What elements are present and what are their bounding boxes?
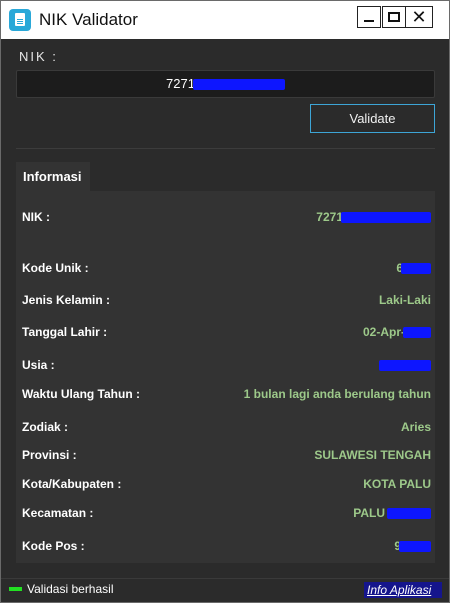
close-button[interactable]: ✕: [405, 6, 433, 28]
info-label-kode-unik: Kode Unik :: [22, 261, 89, 275]
redaction-mark: [192, 79, 285, 91]
redaction-mark: [379, 360, 431, 372]
info-label-usia: Usia :: [22, 358, 55, 372]
validate-button[interactable]: Validate: [310, 104, 435, 133]
info-value-provinsi: SULAWESI TENGAH: [314, 448, 431, 462]
info-value-jenis-kelamin: Laki-Laki: [378, 293, 431, 307]
info-panel: NIK : 7271 Kode Unik : 6 Jenis Kelamin :…: [16, 191, 435, 563]
title-bar[interactable]: NIK Validator ✕: [1, 1, 449, 39]
info-label-kode-pos: Kode Pos :: [22, 539, 85, 553]
info-label-kecamatan: Kecamatan :: [22, 506, 94, 520]
redaction-mark: [403, 327, 431, 339]
status-text: Validasi berhasil: [27, 582, 114, 596]
divider: [16, 148, 435, 149]
status-bar: Validasi berhasil Info Aplikasi: [1, 578, 449, 602]
info-label-waktu-ulang-tahun: Waktu Ulang Tahun :: [22, 387, 140, 401]
redaction-mark: [341, 212, 431, 224]
minimize-icon: [364, 20, 374, 22]
minimize-button[interactable]: [357, 6, 381, 28]
info-value-waktu-ulang-tahun: 1 bulan lagi anda berulang tahun: [243, 387, 431, 401]
info-value-nik: 7271: [316, 210, 431, 224]
nik-input-value: 7271: [166, 76, 195, 91]
info-label-zodiak: Zodiak :: [22, 420, 69, 434]
info-value-kota-kabupaten: KOTA PALU: [363, 477, 431, 491]
maximize-button[interactable]: [382, 6, 406, 28]
info-label-nik: NIK :: [22, 210, 50, 224]
document-icon: [9, 9, 31, 31]
info-value-tanggal-lahir: 02-Apr-: [363, 325, 431, 339]
info-value-usia: [379, 358, 431, 372]
maximize-icon: [388, 12, 400, 22]
status-indicator-icon: [9, 587, 22, 591]
info-label-tanggal-lahir: Tanggal Lahir :: [22, 325, 108, 339]
window-title: NIK Validator: [39, 10, 138, 29]
redaction-mark: [401, 263, 431, 275]
info-value-kode-unik: 6: [396, 261, 431, 275]
redaction-mark: [399, 541, 431, 553]
app-window: NIK Validator ✕ NIK : 7271 Validate Info…: [0, 0, 450, 603]
info-value-kecamatan: PALU: [353, 506, 431, 520]
nik-label: NIK :: [19, 49, 58, 64]
info-aplikasi-link[interactable]: Info Aplikasi: [364, 582, 442, 598]
nik-input[interactable]: 7271: [16, 70, 435, 98]
redaction-mark: [387, 508, 431, 520]
info-label-kota-kabupaten: Kota/Kabupaten :: [22, 477, 122, 491]
info-label-jenis-kelamin: Jenis Kelamin :: [22, 293, 111, 307]
info-label-provinsi: Provinsi :: [22, 448, 77, 462]
info-value-zodiak: Aries: [400, 420, 431, 434]
info-value-kode-pos: 9: [394, 539, 431, 553]
close-icon: ✕: [411, 6, 427, 27]
tab-informasi[interactable]: Informasi: [16, 162, 90, 191]
